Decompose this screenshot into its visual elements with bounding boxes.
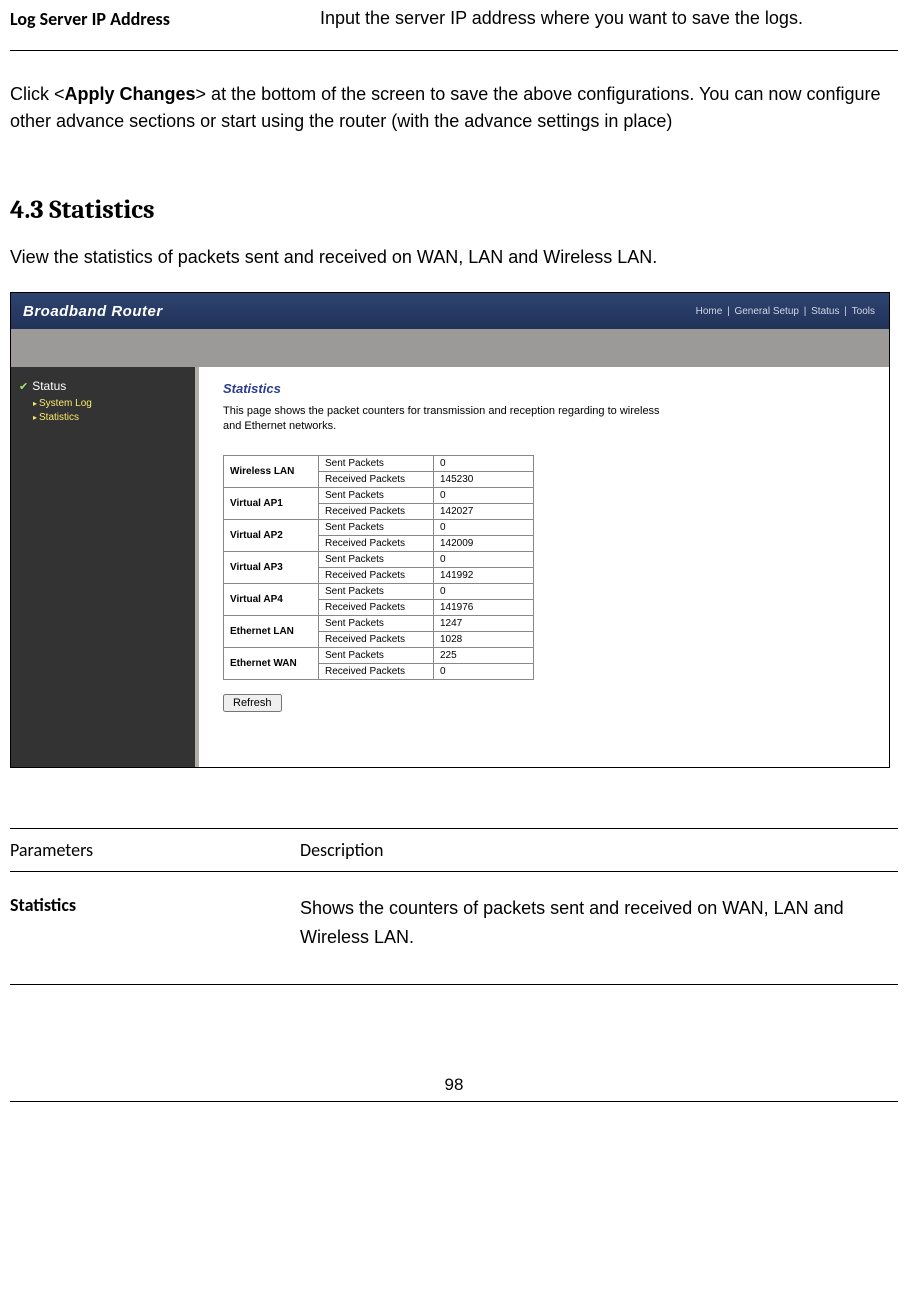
recv-value: 145230: [434, 471, 534, 487]
iface-cell: Ethernet LAN: [224, 615, 319, 647]
nav-home[interactable]: Home: [696, 306, 723, 317]
metric-recv-label: Received Packets: [319, 535, 434, 551]
apply-changes-text: Click <Apply Changes> at the bottom of t…: [10, 81, 898, 135]
metric-sent-label: Sent Packets: [319, 551, 434, 567]
iface-cell: Virtual AP2: [224, 519, 319, 551]
metric-sent-label: Sent Packets: [319, 519, 434, 535]
params-header: Parameters Description: [10, 828, 898, 872]
metric-recv-label: Received Packets: [319, 599, 434, 615]
content-desc: This page shows the packet counters for …: [223, 404, 663, 435]
sent-value: 1247: [434, 615, 534, 631]
section-heading: 4.3 Statistics: [10, 195, 898, 225]
sent-value: 0: [434, 519, 534, 535]
router-topnav: Home | General Setup | Status | Tools: [694, 306, 877, 317]
router-content: Statistics This page shows the packet co…: [199, 367, 889, 767]
apply-changes-label: Apply Changes: [65, 84, 196, 104]
iface-cell: Wireless LAN: [224, 455, 319, 487]
router-greybar: [11, 329, 889, 367]
content-title: Statistics: [223, 381, 865, 396]
sidebar-divider: [195, 367, 199, 767]
metric-sent-label: Sent Packets: [319, 647, 434, 663]
recv-value: 141992: [434, 567, 534, 583]
parameters-table: Parameters Description Statistics Shows …: [10, 828, 898, 985]
iface-cell: Virtual AP3: [224, 551, 319, 583]
top-param-row: Log Server IP Address Input the server I…: [10, 0, 898, 51]
metric-sent-label: Sent Packets: [319, 455, 434, 471]
params-row-name: Statistics: [10, 894, 300, 952]
metric-recv-label: Received Packets: [319, 503, 434, 519]
iface-cell: Virtual AP1: [224, 487, 319, 519]
sidebar-item-system-log[interactable]: System Log: [33, 397, 191, 411]
metric-recv-label: Received Packets: [319, 471, 434, 487]
recv-value: 142009: [434, 535, 534, 551]
check-icon: ✔: [19, 380, 28, 393]
sent-value: 0: [434, 487, 534, 503]
nav-general-setup[interactable]: General Setup: [734, 306, 799, 317]
params-row-statistics: Statistics Shows the counters of packets…: [10, 872, 898, 985]
recv-value: 141976: [434, 599, 534, 615]
stats-table: Wireless LANSent Packets0Received Packet…: [223, 455, 534, 680]
nav-status[interactable]: Status: [811, 306, 839, 317]
sent-value: 0: [434, 455, 534, 471]
params-row-desc: Shows the counters of packets sent and r…: [300, 894, 898, 952]
param-name: Log Server IP Address: [10, 8, 320, 30]
recv-value: 1028: [434, 631, 534, 647]
param-desc: Input the server IP address where you wa…: [320, 8, 898, 30]
router-sidebar: ✔ Status System Log Statistics: [11, 367, 199, 767]
sent-value: 225: [434, 647, 534, 663]
params-header-description: Description: [300, 839, 898, 861]
recv-value: 142027: [434, 503, 534, 519]
iface-cell: Virtual AP4: [224, 583, 319, 615]
sent-value: 0: [434, 583, 534, 599]
metric-recv-label: Received Packets: [319, 567, 434, 583]
sidebar-item-statistics[interactable]: Statistics: [33, 411, 191, 425]
sent-value: 0: [434, 551, 534, 567]
page-number: 98: [10, 1075, 898, 1102]
metric-sent-label: Sent Packets: [319, 583, 434, 599]
router-screenshot: Broadband Router Home | General Setup | …: [10, 292, 890, 768]
section-intro: View the statistics of packets sent and …: [10, 247, 898, 268]
metric-sent-label: Sent Packets: [319, 487, 434, 503]
router-brand: Broadband Router: [23, 303, 163, 320]
params-header-parameters: Parameters: [10, 839, 300, 861]
recv-value: 0: [434, 663, 534, 679]
nav-tools[interactable]: Tools: [852, 306, 875, 317]
router-header: Broadband Router Home | General Setup | …: [11, 293, 889, 329]
metric-recv-label: Received Packets: [319, 631, 434, 647]
sidebar-status[interactable]: ✔ Status: [19, 379, 191, 393]
iface-cell: Ethernet WAN: [224, 647, 319, 679]
metric-sent-label: Sent Packets: [319, 615, 434, 631]
refresh-button[interactable]: Refresh: [223, 694, 282, 712]
metric-recv-label: Received Packets: [319, 663, 434, 679]
